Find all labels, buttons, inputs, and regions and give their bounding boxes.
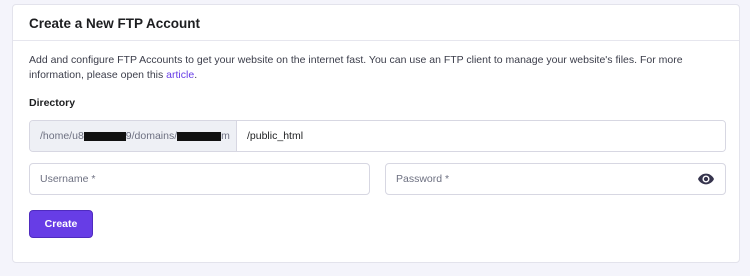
redaction-bar [177, 131, 222, 141]
article-link[interactable]: article [166, 69, 194, 81]
username-input[interactable] [30, 164, 369, 194]
card-header: Create a New FTP Account [13, 5, 739, 41]
password-field[interactable] [385, 163, 726, 195]
create-button[interactable]: Create [29, 210, 93, 238]
eye-icon-svg [698, 173, 714, 185]
directory-field-group: /home/u8 9/domains/m [29, 120, 726, 152]
directory-prefix-part2: 9/domains/ [125, 130, 178, 142]
card-body: Add and configure FTP Accounts to get yo… [13, 41, 739, 109]
description: Add and configure FTP Accounts to get yo… [29, 53, 729, 83]
create-ftp-account-card: Create a New FTP Account Add and configu… [12, 4, 740, 263]
username-field[interactable] [29, 163, 370, 195]
card-title: Create a New FTP Account [29, 16, 201, 31]
eye-icon[interactable] [697, 170, 715, 188]
directory-label: Directory [29, 97, 76, 109]
redaction-bar [83, 131, 126, 141]
directory-prefix-part3: m [221, 130, 230, 142]
directory-input[interactable] [237, 121, 725, 151]
directory-prefix: /home/u8 9/domains/m [30, 121, 237, 151]
password-input[interactable] [386, 164, 697, 194]
directory-prefix-part1: /home/u8 [40, 130, 84, 142]
description-end: . [194, 69, 198, 81]
description-text: Add and configure FTP Accounts to get yo… [29, 54, 683, 81]
